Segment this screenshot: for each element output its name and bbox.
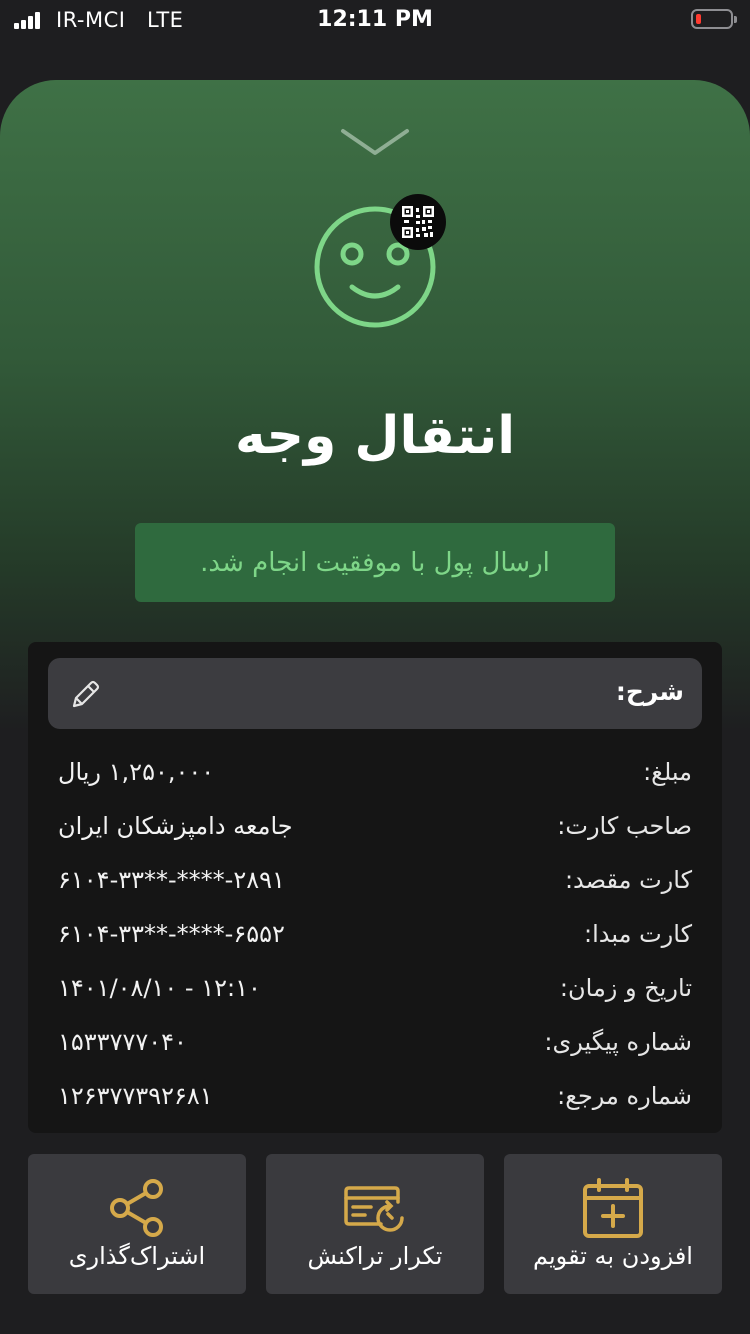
battery-icon [691, 9, 737, 29]
pencil-icon[interactable] [70, 678, 102, 710]
detail-row-tracking-number: شماره پیگیری: ۱۵۳۳۷۷۷۰۴۰ [58, 1024, 692, 1064]
card-owner-label: صاحب کارت: [557, 812, 692, 840]
qr-code-button[interactable] [390, 194, 446, 250]
share-button[interactable]: اشتراک‌گذاری [28, 1154, 246, 1294]
detail-row-amount: مبلغ: ۱,۲۵۰,۰۰۰ ریال [58, 754, 692, 794]
chevron-down-icon[interactable] [339, 125, 411, 161]
description-field[interactable]: شرح: [48, 658, 702, 729]
card-owner-value: جامعه دامپزشکان ایران [58, 812, 293, 840]
detail-row-reference-number: شماره مرجع: ۱۲۶۳۷۷۳۹۲۶۸۱ [58, 1078, 692, 1118]
source-card-label: کارت مبدا: [584, 920, 692, 948]
qr-code-icon [402, 206, 434, 238]
detail-row-card-owner: صاحب کارت: جامعه دامپزشکان ایران [58, 808, 692, 848]
source-card-value: ۶۱۰۴-۳۳**-****-۶۵۵۲ [58, 920, 285, 948]
datetime-label: تاریخ و زمان: [559, 974, 692, 1002]
detail-row-destination-card: کارت مقصد: ۶۱۰۴-۳۳**-****-۲۸۹۱ [58, 862, 692, 902]
repeat-transaction-label: تکرار تراکنش [307, 1242, 443, 1270]
status-bar: IR-MCI LTE 12:11 PM [0, 0, 750, 40]
tracking-number-label: شماره پیگیری: [544, 1028, 692, 1056]
destination-card-label: کارت مقصد: [564, 866, 692, 894]
detail-row-datetime: تاریخ و زمان: ۱۴۰۱/۰۸/۱۰ - ۱۲:۱۰ [58, 970, 692, 1010]
page-title: انتقال وجه [234, 406, 516, 466]
calendar-add-icon [583, 1178, 643, 1238]
reference-number-label: شماره مرجع: [557, 1082, 692, 1110]
destination-card-value: ۶۱۰۴-۳۳**-****-۲۸۹۱ [58, 866, 285, 894]
amount-label: مبلغ: [643, 758, 692, 786]
reference-number-value: ۱۲۶۳۷۷۳۹۲۶۸۱ [58, 1082, 213, 1110]
add-to-calendar-button[interactable]: افزودن به تقویم [504, 1154, 722, 1294]
clock: 12:11 PM [317, 7, 433, 32]
add-to-calendar-label: افزودن به تقویم [533, 1242, 693, 1270]
description-label: شرح: [615, 677, 684, 706]
amount-value: ۱,۲۵۰,۰۰۰ ریال [58, 758, 215, 786]
transaction-details: شرح: مبلغ: ۱,۲۵۰,۰۰۰ ریال صاحب کارت: جام… [28, 642, 722, 1133]
share-icon [110, 1179, 163, 1237]
share-label: اشتراک‌گذاری [68, 1242, 206, 1270]
success-message: ارسال پول با موفقیت انجام شد. [135, 523, 615, 602]
card-repeat-icon [344, 1186, 404, 1232]
detail-row-source-card: کارت مبدا: ۶۱۰۴-۳۳**-****-۶۵۵۲ [58, 916, 692, 956]
repeat-transaction-button[interactable]: تکرار تراکنش [266, 1154, 484, 1294]
tracking-number-value: ۱۵۳۳۷۷۷۰۴۰ [58, 1028, 187, 1056]
datetime-value: ۱۴۰۱/۰۸/۱۰ - ۱۲:۱۰ [58, 974, 261, 1002]
